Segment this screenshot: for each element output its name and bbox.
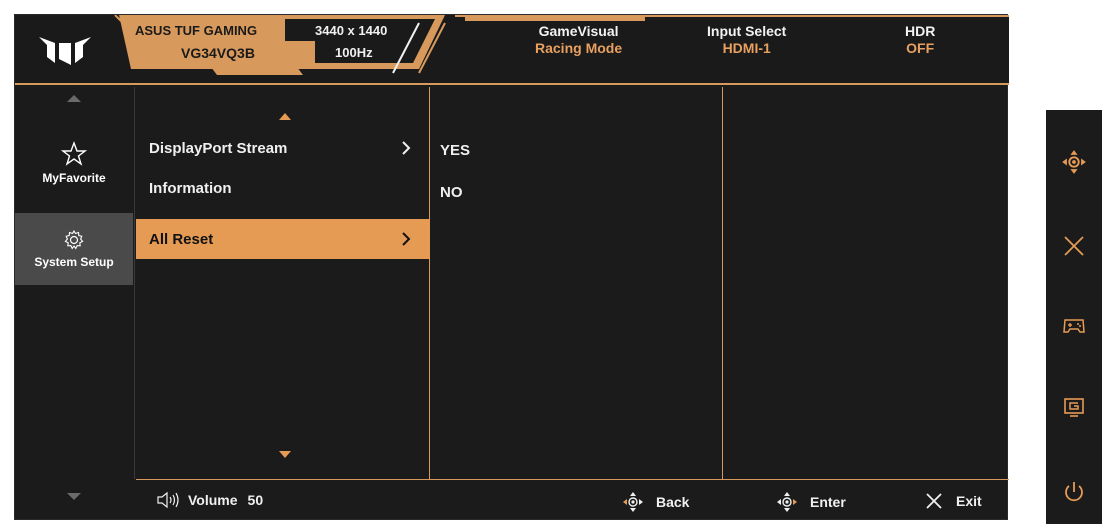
- enter-label: Enter: [810, 494, 846, 510]
- speaker-icon: [157, 491, 179, 509]
- chevron-right-icon: [402, 141, 411, 155]
- menu-item-information[interactable]: Information: [136, 168, 430, 208]
- menu-item-all-reset[interactable]: All Reset: [136, 219, 430, 259]
- navigate-joystick-icon: [1062, 150, 1086, 174]
- tuf-logo-icon: [39, 37, 91, 65]
- chevron-right-icon: [402, 232, 411, 246]
- power-button[interactable]: [1060, 478, 1088, 506]
- enter-hint[interactable]: Enter: [776, 491, 846, 513]
- menu-item-label: DisplayPort Stream: [149, 139, 288, 157]
- brand-name: ASUS TUF GAMING: [135, 23, 258, 38]
- volume-label: Volume: [188, 492, 238, 508]
- gear-icon: [64, 229, 84, 250]
- hdr-label: HDR: [905, 23, 936, 39]
- sidebar-item-label: System Setup: [34, 255, 114, 269]
- sidebar: MyFavorite System Setup: [15, 87, 135, 500]
- hdr-value: OFF: [906, 40, 935, 56]
- exit-label: Exit: [956, 493, 982, 509]
- header-bar: ASUS TUF GAMING VG34VQ3B 3440 x 1440 100…: [15, 15, 1009, 85]
- refresh-rate-readout: 100Hz: [335, 45, 373, 60]
- menu-scroll-down-icon[interactable]: [279, 451, 291, 458]
- gamevisual-status: GameVisual Racing Mode: [535, 23, 622, 57]
- close-icon: [926, 493, 942, 509]
- model-name: VG34VQ3B: [181, 45, 255, 61]
- input-select-status: Input Select HDMI-1: [707, 23, 786, 57]
- volume-control[interactable]: Volume 50: [156, 491, 263, 509]
- power-icon: [1065, 482, 1083, 502]
- exit-hint[interactable]: Exit: [924, 491, 982, 511]
- option-yes[interactable]: YES: [440, 142, 470, 159]
- gameplus-icon: [1064, 398, 1084, 417]
- joystick-right-icon: [777, 492, 797, 512]
- star-icon: [61, 141, 87, 166]
- back-hint[interactable]: Back: [622, 491, 689, 513]
- options-column: YES NO: [431, 87, 723, 479]
- back-label: Back: [656, 494, 690, 510]
- control-panel: [1046, 110, 1102, 524]
- close-button[interactable]: [1060, 232, 1088, 260]
- menu-scroll-up-icon[interactable]: [279, 113, 291, 120]
- menu-item-displayport-stream[interactable]: DisplayPort Stream: [136, 128, 430, 168]
- gamevisual-label: GameVisual: [538, 23, 619, 39]
- joystick-left-icon: [623, 492, 643, 512]
- sidebar-item-myfavorite[interactable]: MyFavorite: [15, 127, 133, 199]
- submenu-column: [724, 87, 1009, 479]
- gamevisual-button[interactable]: [1060, 312, 1088, 340]
- menu-column: DisplayPort Stream Information All Reset: [136, 87, 430, 479]
- gamevisual-value: Racing Mode: [535, 40, 623, 56]
- option-no[interactable]: NO: [440, 184, 463, 201]
- input-select-value: HDMI-1: [722, 40, 771, 56]
- sidebar-scroll-up-icon[interactable]: [67, 95, 81, 102]
- footer-bar: Volume 50 Back Enter Exit: [136, 479, 1009, 521]
- navigate-joystick-button[interactable]: [1060, 148, 1088, 176]
- sidebar-scroll-down-icon[interactable]: [67, 493, 81, 500]
- menu-item-label: All Reset: [149, 230, 214, 248]
- menu-item-label: Information: [149, 179, 232, 197]
- gameplus-button[interactable]: [1060, 394, 1088, 422]
- close-icon: [1064, 236, 1084, 256]
- resolution-readout: 3440 x 1440: [315, 23, 388, 38]
- input-select-label: Input Select: [707, 23, 787, 39]
- volume-value: 50: [247, 492, 264, 508]
- hdr-status: HDR OFF: [905, 23, 935, 57]
- gamepad-icon: [1063, 319, 1085, 333]
- osd-menu: ASUS TUF GAMING VG34VQ3B 3440 x 1440 100…: [14, 14, 1009, 521]
- sidebar-item-label: MyFavorite: [42, 171, 106, 185]
- sidebar-item-system-setup[interactable]: System Setup: [15, 213, 133, 285]
